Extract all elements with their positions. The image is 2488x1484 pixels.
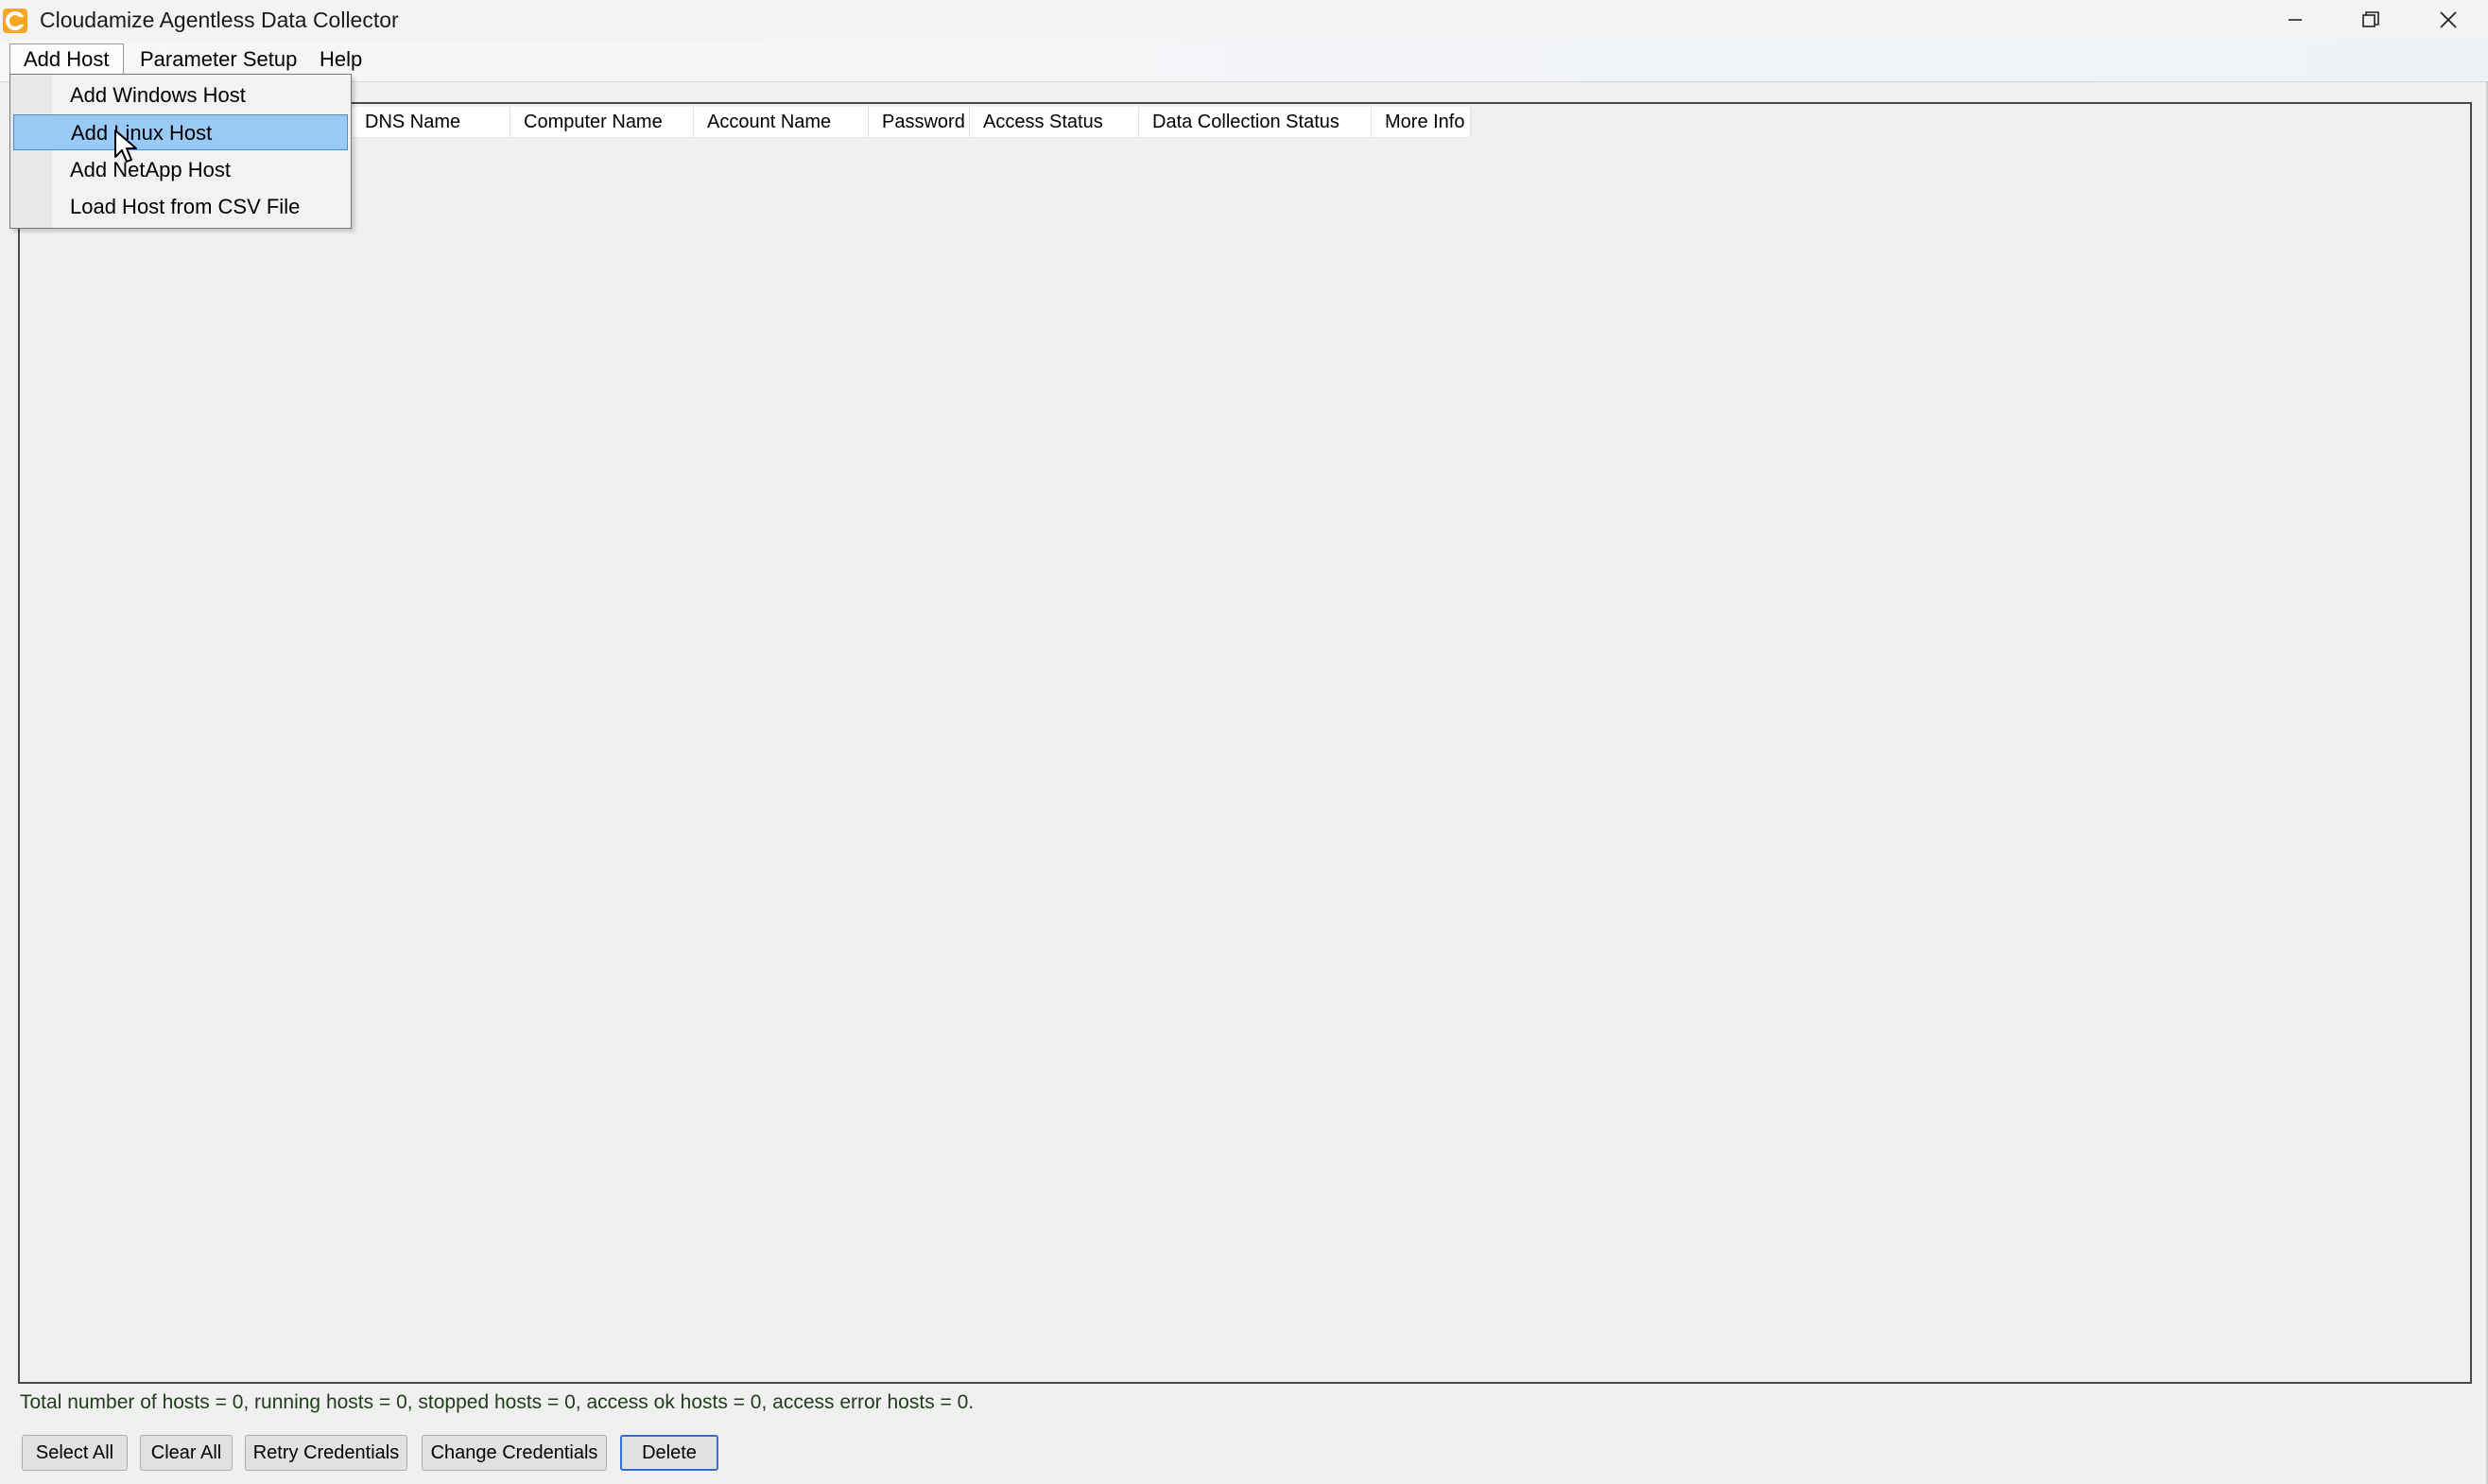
close-icon [2440,11,2457,28]
cloudamize-logo-icon [3,9,27,33]
retry-credentials-button[interactable]: Retry Credentials [245,1435,407,1471]
maximize-button[interactable] [2333,0,2409,40]
host-list-pane[interactable] [18,102,2472,1384]
add-host-dropdown: Add Windows Host Add Linux Host Add NetA… [9,74,352,229]
column-dns-name[interactable]: DNS Name [352,107,510,137]
change-credentials-button[interactable]: Change Credentials [422,1435,607,1471]
column-computer-name[interactable]: Computer Name [510,107,694,137]
minimize-icon [2289,19,2302,21]
menu-help[interactable]: Help [306,43,375,76]
clear-all-button[interactable]: Clear All [140,1435,233,1471]
menu-item-add-windows-host[interactable]: Add Windows Host [13,78,348,113]
select-all-button[interactable]: Select All [22,1435,128,1471]
menu-parameter-setup[interactable]: Parameter Setup [127,43,310,76]
close-button[interactable] [2410,0,2486,40]
minimize-button[interactable] [2257,0,2333,40]
table-header: DNS Name Computer Name Account Name Pass… [352,107,1471,138]
title-bar: Cloudamize Agentless Data Collector [0,0,2488,40]
window-title: Cloudamize Agentless Data Collector [40,8,399,32]
menu-item-add-linux-host[interactable]: Add Linux Host [13,114,348,150]
menu-add-host[interactable]: Add Host [9,43,124,76]
column-account-name[interactable]: Account Name [694,107,869,137]
column-data-collection-status[interactable]: Data Collection Status [1139,107,1372,137]
menu-bar: Add Host Parameter Setup Help [0,40,2488,82]
menu-item-load-host-csv[interactable]: Load Host from CSV File [13,189,348,225]
menu-item-add-netapp-host[interactable]: Add NetApp Host [13,152,348,188]
column-access-status[interactable]: Access Status [970,107,1139,137]
column-more-info[interactable]: More Info [1372,107,1471,137]
delete-button[interactable]: Delete [620,1435,718,1471]
column-password[interactable]: Password [869,107,970,137]
maximize-icon [2362,11,2379,27]
mouse-pointer-icon [114,129,137,163]
host-summary-status: Total number of hosts = 0, running hosts… [20,1391,975,1413]
